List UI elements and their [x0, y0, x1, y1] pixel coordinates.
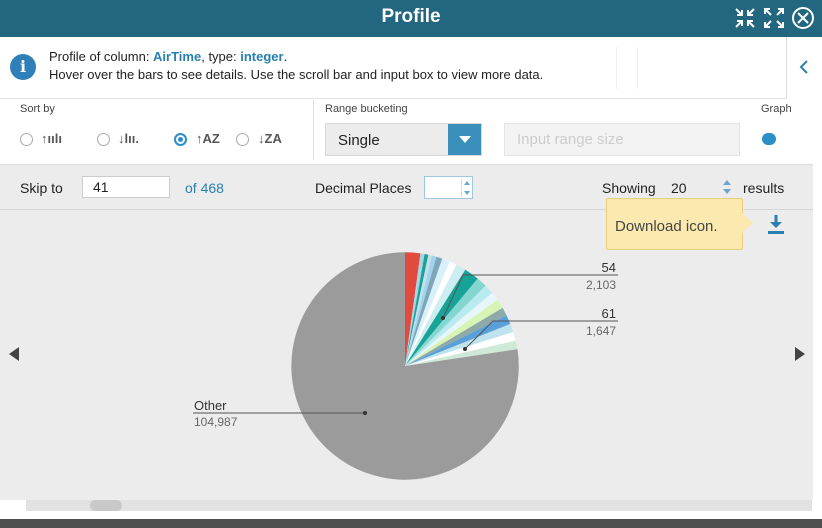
triangle-right-icon[interactable]	[794, 346, 806, 362]
slice-label-61: 61	[602, 306, 616, 321]
window-title: Profile	[381, 6, 441, 27]
info-mid: , type:	[201, 49, 241, 64]
leader-dot	[463, 347, 467, 351]
slice-label-other: Other	[194, 398, 227, 413]
skip-label: Skip to	[20, 180, 63, 196]
sort-radio-alpha-asc[interactable]	[174, 133, 187, 146]
title-bar: Profile	[0, 0, 822, 37]
download-icon[interactable]	[766, 213, 786, 235]
sort-radio-count-desc[interactable]	[97, 133, 110, 146]
info-icon: i	[10, 54, 36, 80]
divider	[637, 47, 638, 89]
compress-icon[interactable]	[733, 6, 757, 30]
divider	[313, 100, 314, 160]
total-count: of 468	[185, 180, 224, 196]
pie-chart: 54 2,103 61 1,647 Other 104,987	[193, 252, 618, 480]
results-label: results	[743, 180, 785, 196]
scrollbar-thumb[interactable]	[90, 500, 122, 511]
info-line-1: Profile of column: AirTime, type: intege…	[49, 49, 287, 64]
sort-alpha-desc-icon[interactable]: ↓ZA	[258, 131, 282, 146]
range-bucketing-select[interactable]: Single	[325, 123, 482, 156]
spin-up-icon[interactable]	[461, 178, 471, 188]
sort-count-desc-icon[interactable]: ↓lıı.	[118, 131, 139, 146]
right-gutter	[813, 37, 822, 528]
slice-value-61: 1,647	[586, 324, 616, 338]
chevron-down-icon[interactable]	[448, 124, 481, 155]
skip-input[interactable]: 41	[82, 176, 170, 198]
sort-radio-count-asc[interactable]	[20, 133, 33, 146]
divider	[616, 47, 617, 89]
info-suffix: .	[283, 49, 288, 64]
chevron-left-icon	[799, 60, 808, 74]
graph-label: Graph	[761, 103, 792, 115]
horizontal-scrollbar[interactable]	[26, 500, 812, 511]
tooltip: Download icon.	[606, 198, 753, 250]
sort-alpha-asc-icon[interactable]: ↑AZ	[196, 131, 220, 146]
spin-down-icon[interactable]	[461, 188, 471, 198]
graph-toggle[interactable]	[762, 133, 776, 145]
column-type: integer	[240, 49, 284, 64]
leader-dot	[363, 411, 367, 415]
info-bar: i Profile of column: AirTime, type: inte…	[0, 37, 822, 99]
showing-count[interactable]: 20	[671, 180, 687, 196]
info-prefix: Profile of column:	[49, 49, 154, 64]
decimal-places-label: Decimal Places	[315, 180, 412, 196]
decimal-places-input[interactable]	[424, 176, 473, 199]
triangle-left-icon[interactable]	[8, 346, 20, 362]
column-name: AirTime	[153, 49, 202, 64]
slice-value-54: 2,103	[586, 278, 616, 292]
slice-value-other: 104,987	[194, 415, 238, 429]
tooltip-text: Download icon.	[615, 218, 718, 235]
range-bucketing-value: Single	[338, 132, 380, 149]
close-circle-icon[interactable]	[791, 6, 815, 30]
sort-label: Sort by	[20, 103, 55, 115]
stepper-icon[interactable]	[722, 178, 732, 196]
leader-dot	[441, 316, 445, 320]
sort-count-asc-icon[interactable]: ↑ıılı	[41, 131, 62, 146]
info-line-2: Hover over the bars to see details. Use …	[49, 67, 544, 82]
bottom-strip	[0, 519, 822, 528]
showing-label: Showing	[602, 180, 656, 196]
expand-icon[interactable]	[762, 6, 786, 30]
range-size-input[interactable]: Input range size	[504, 123, 740, 156]
range-bucketing-label: Range bucketing	[325, 103, 408, 115]
sort-radio-alpha-desc[interactable]	[236, 133, 249, 146]
slice-label-54: 54	[602, 260, 616, 275]
